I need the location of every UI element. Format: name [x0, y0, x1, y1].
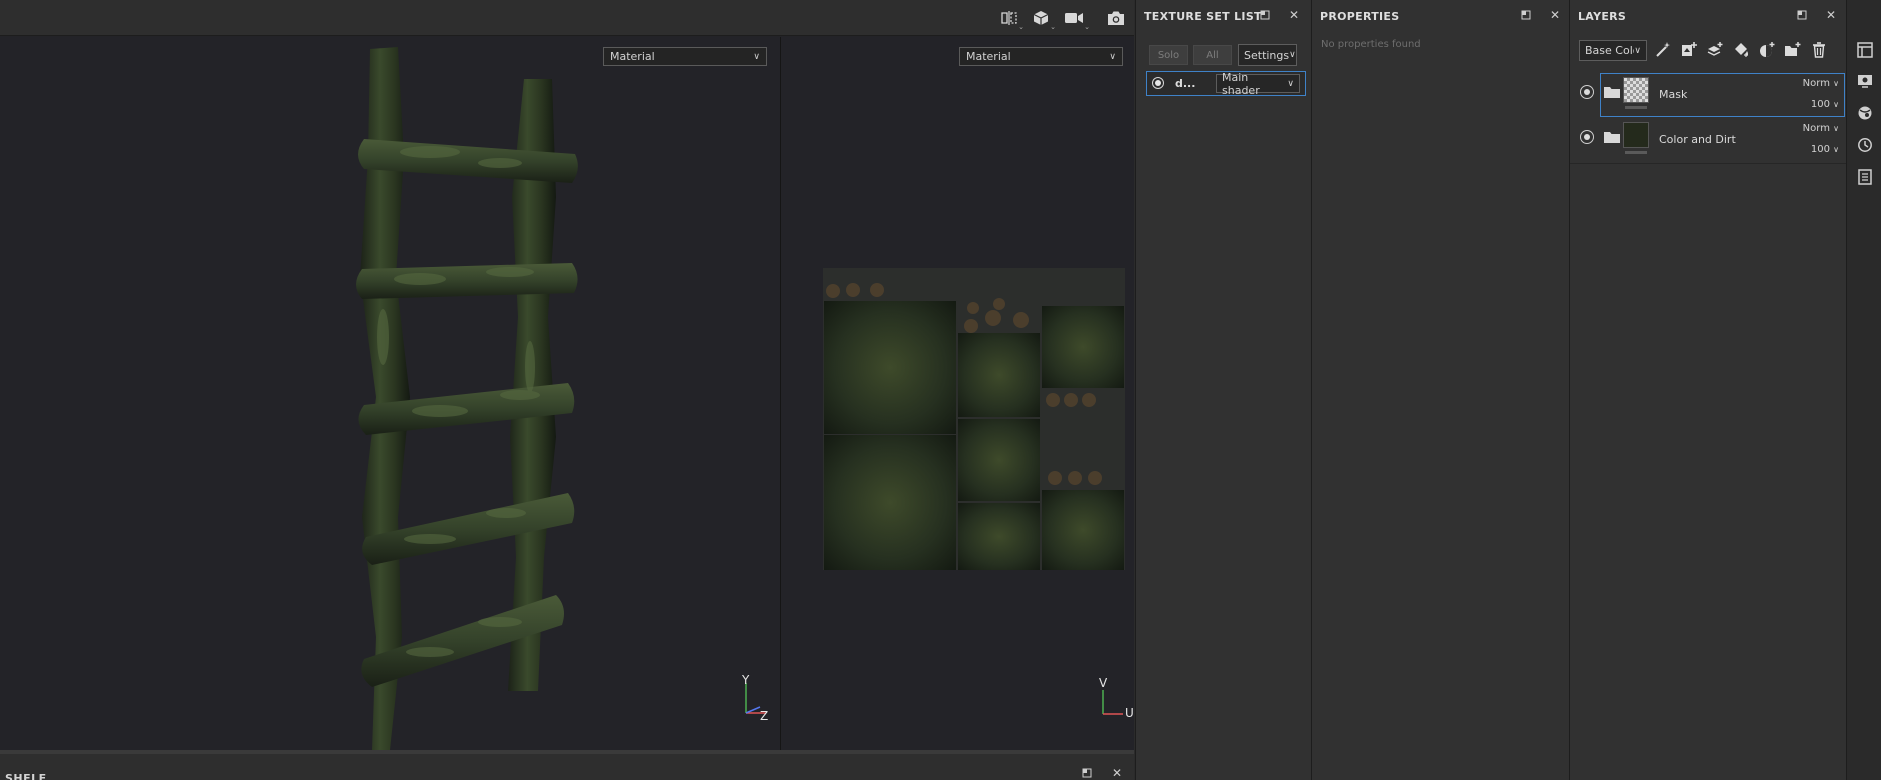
axis-gizmo-3d: Y Z [738, 673, 778, 723]
add-mask-icon[interactable] [1757, 40, 1777, 60]
channel-dropdown[interactable]: Base Colo ∨ [1579, 40, 1647, 61]
add-layer-icon[interactable] [1705, 40, 1725, 60]
shelf-title: SHELF [5, 772, 47, 780]
viewport-3d[interactable]: Material ∨ Y Z [0, 37, 780, 750]
texture-set-settings-icon[interactable] [1856, 41, 1874, 59]
layers-close-icon[interactable]: ✕ [1824, 8, 1838, 22]
layer-name: Color and Dirt [1659, 133, 1736, 146]
properties-panel: PROPERTIES ✕ No properties found [1311, 0, 1569, 780]
viewport-2d-mode-select[interactable]: Material ∨ [959, 47, 1123, 66]
layer-visibility-toggle[interactable] [1580, 130, 1594, 144]
trash-icon[interactable] [1809, 40, 1829, 60]
texture-set-name: d... [1175, 77, 1196, 90]
axis-gizmo-2d: V U [1097, 676, 1137, 726]
chevron-down-icon: ∨ [1289, 50, 1296, 60]
shelf-close-icon[interactable]: ✕ [1110, 766, 1124, 780]
layer-name: Mask [1659, 88, 1688, 101]
viewport-toolbar: ⌄ ⌄ ⌄ [0, 0, 1134, 36]
screenshot-camera-icon[interactable] [1106, 8, 1126, 28]
chevron-down-icon: ∨ [1833, 145, 1839, 154]
folder-icon[interactable] [1604, 86, 1620, 98]
chevron-down-icon: ∨ [1109, 51, 1116, 62]
layer-visibility-toggle[interactable] [1580, 85, 1594, 99]
texture-set-item[interactable]: d... Main shader ∨ [1146, 71, 1306, 97]
chevron-down-icon: ∨ [1287, 78, 1294, 89]
properties-close-icon[interactable]: ✕ [1548, 8, 1562, 22]
video-camera-icon[interactable]: ⌄ [1064, 8, 1090, 31]
texture-set-list-panel: TEXTURE SET LIST ✕ Solo All Settings ∨ d… [1135, 0, 1311, 780]
opacity-dropdown[interactable]: 100 ∨ [1811, 144, 1839, 155]
properties-header: PROPERTIES ✕ [1312, 0, 1569, 32]
layer-thumbnail[interactable] [1623, 122, 1649, 148]
axis-label-y: Y [742, 673, 750, 687]
layers-undock-icon[interactable] [1795, 8, 1809, 22]
all-button[interactable]: All [1193, 45, 1232, 65]
layer-item-color-and-dirt[interactable]: Color and Dirt Norm ∨ 100 ∨ [1570, 118, 1847, 162]
camera-split-icon[interactable]: ⌄ [1000, 8, 1024, 31]
settings-dropdown[interactable]: Settings ∨ [1238, 44, 1297, 66]
texture-set-list-header: TEXTURE SET LIST ✕ [1136, 0, 1311, 32]
uv-texture-map [823, 268, 1125, 570]
no-properties-message: No properties found [1321, 39, 1421, 50]
properties-title: PROPERTIES [1320, 10, 1400, 23]
viewport-2d[interactable]: Material ∨ V U [781, 37, 1134, 750]
axis-label-z: Z [760, 709, 769, 723]
history-icon[interactable] [1856, 136, 1874, 154]
layers-header: LAYERS ✕ [1570, 0, 1846, 32]
opacity-dropdown[interactable]: 100 ∨ [1811, 99, 1839, 110]
log-icon[interactable] [1856, 168, 1874, 186]
shelf-undock-icon[interactable] [1080, 766, 1094, 780]
right-icon-strip [1846, 0, 1881, 780]
ladder-model [356, 47, 578, 750]
layer-mask-bar [1625, 106, 1647, 109]
shelf-panel: SHELF ✕ [0, 750, 1134, 780]
layers-panel: LAYERS ✕ Base Colo ∨ Mask Norm ∨ 100 ∨ C… [1569, 0, 1847, 780]
layer-thumbnail[interactable] [1623, 77, 1649, 103]
texture-set-undock-icon[interactable] [1258, 8, 1272, 22]
axis-label-v: V [1099, 676, 1108, 690]
display-settings-icon[interactable] [1856, 72, 1874, 90]
cube-view-icon[interactable]: ⌄ [1032, 8, 1056, 31]
chevron-down-icon: ∨ [1833, 79, 1839, 88]
blend-mode-dropdown[interactable]: Norm ∨ [1803, 123, 1839, 134]
folder-icon[interactable] [1604, 131, 1620, 143]
chevron-down-icon: ∨ [1634, 45, 1641, 56]
add-folder-icon[interactable] [1783, 40, 1803, 60]
solo-button[interactable]: Solo [1149, 45, 1188, 65]
layer-mask-bar [1625, 151, 1647, 154]
texture-set-close-icon[interactable]: ✕ [1287, 8, 1301, 22]
layers-title: LAYERS [1578, 10, 1627, 23]
axis-label-u: U [1125, 706, 1134, 720]
add-fill-layer-icon[interactable] [1679, 40, 1699, 60]
chevron-down-icon: ∨ [1833, 100, 1839, 109]
chevron-down-icon: ∨ [1833, 124, 1839, 133]
magic-wand-icon[interactable] [1653, 40, 1673, 60]
properties-undock-icon[interactable] [1519, 8, 1533, 22]
layers-list-divider [1570, 163, 1847, 164]
paint-bucket-icon[interactable] [1731, 40, 1751, 60]
texture-set-visibility-radio[interactable] [1152, 77, 1164, 89]
texture-set-list-title: TEXTURE SET LIST [1144, 10, 1262, 23]
shader-settings-icon[interactable] [1856, 104, 1874, 122]
viewport-area: ⌄ ⌄ ⌄ Material ∨ Y Z Material ∨ V U [0, 0, 1134, 750]
blend-mode-dropdown[interactable]: Norm ∨ [1803, 78, 1839, 89]
layer-item-mask[interactable]: Mask Norm ∨ 100 ∨ [1570, 73, 1847, 117]
shader-dropdown[interactable]: Main shader ∨ [1216, 71, 1300, 97]
